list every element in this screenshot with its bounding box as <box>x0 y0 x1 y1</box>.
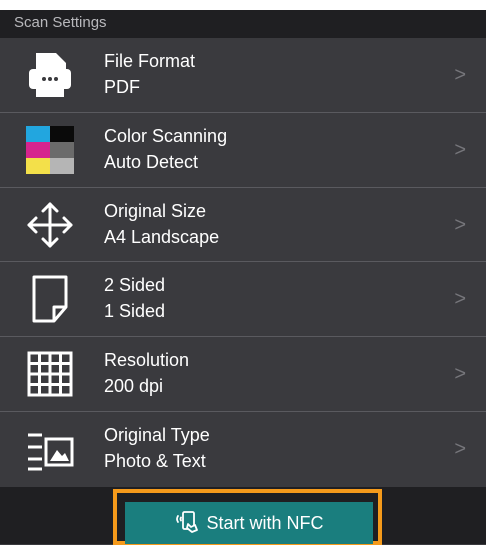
setting-value: Auto Detect <box>104 151 199 172</box>
setting-label: File Format <box>104 51 196 71</box>
setting-label: Resolution <box>104 350 190 371</box>
original-size-icon <box>24 199 76 251</box>
setting-value: 200 dpi <box>104 376 164 397</box>
two-sided-icon <box>24 273 76 325</box>
setting-value: PDF <box>104 77 140 97</box>
settings-list: File Format PDF > Color Scanning Auto De… <box>0 38 486 487</box>
start-with-nfc-button[interactable]: Start with NFC <box>125 502 373 544</box>
chevron-right-icon: > <box>454 64 466 86</box>
chevron-right-icon: > <box>454 288 466 311</box>
file-format-icon <box>24 49 76 101</box>
setting-label: 2 Sided <box>104 275 166 296</box>
setting-value: A4 Landscape <box>104 226 220 247</box>
setting-row-original-size[interactable]: Original Size A4 Landscape > <box>0 188 486 263</box>
original-type-icon <box>24 423 76 475</box>
setting-row-original-type[interactable]: Original Type Photo & Text > <box>0 412 486 487</box>
setting-value: Photo & Text <box>104 450 206 471</box>
setting-row-file-format[interactable]: File Format PDF > <box>0 38 486 113</box>
setting-row-color-scanning[interactable]: Color Scanning Auto Detect > <box>0 113 486 188</box>
setting-label: Original Type <box>104 424 210 445</box>
chevron-right-icon: > <box>454 138 466 161</box>
section-header: Scan Settings <box>0 10 486 38</box>
chevron-right-icon: > <box>454 363 466 386</box>
setting-row-two-sided[interactable]: 2 Sided 1 Sided > <box>0 262 486 338</box>
top-clipped-strip <box>0 0 486 10</box>
setting-label: Original Size <box>104 200 207 221</box>
setting-row-resolution[interactable]: Resolution 200 dpi > <box>0 337 486 412</box>
section-header-title: Scan Settings <box>14 14 107 31</box>
chevron-right-icon: > <box>454 213 466 236</box>
resolution-icon <box>24 348 76 400</box>
setting-label: Color Scanning <box>104 125 228 146</box>
chevron-right-icon: > <box>454 437 466 460</box>
setting-value: 1 Sided <box>104 301 166 322</box>
nfc-icon <box>174 508 200 539</box>
start-with-nfc-label: Start with NFC <box>206 512 324 533</box>
color-scanning-icon <box>24 124 76 176</box>
